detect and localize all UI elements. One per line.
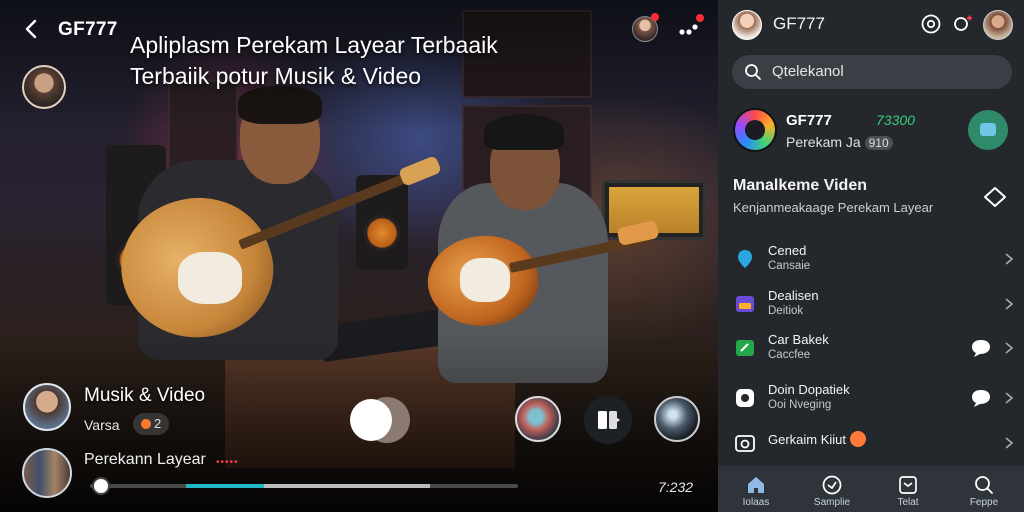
section-subtitle: Kenjanmeakaage Perekam Layear [733, 200, 934, 215]
menu-item-title: Dealisen [768, 288, 819, 303]
track-thumbnail[interactable] [22, 448, 72, 498]
featured-action-button[interactable] [968, 110, 1008, 150]
compass-icon [822, 475, 842, 495]
user-avatar[interactable] [983, 10, 1013, 40]
notification-dot [696, 14, 704, 22]
nav-label: Feppe [969, 497, 999, 508]
bottom-navigation: Iolaas Samplie Telat Feppe [718, 466, 1024, 512]
nav-tab-search[interactable]: Feppe [946, 466, 1022, 512]
live-indicator: ••••• [216, 457, 239, 468]
at-sign-icon[interactable] [920, 13, 942, 35]
nav-tab-home[interactable]: Iolaas [718, 466, 794, 512]
menu-item-subtitle: Cansaie [768, 260, 811, 272]
menu-item-title: Car Bakek [768, 332, 829, 347]
menu-item-cened[interactable]: Cened Cansaie [718, 238, 1024, 282]
home-icon [748, 477, 764, 493]
progress-handle[interactable] [92, 477, 110, 495]
chevron-right-icon [1005, 253, 1014, 265]
menu-item-title: Gerkaim Kiiut [768, 431, 867, 447]
nav-tab-sample[interactable]: Samplie [794, 466, 870, 512]
author-name[interactable]: Musik & Video [84, 385, 205, 407]
chat-bubble-icon[interactable] [970, 338, 992, 358]
search-bar[interactable]: Qtelekanol [732, 55, 1012, 89]
add-user-icon[interactable] [952, 13, 974, 35]
track-title: Perekann Layear [84, 451, 206, 468]
progress-bar[interactable] [90, 477, 518, 495]
toggle-knob [350, 399, 392, 441]
chat-icon [980, 123, 996, 136]
search-input[interactable]: Qtelekanol [772, 63, 844, 80]
featured-price: 73300 [876, 112, 915, 128]
gallery-thumbnail-button[interactable] [654, 396, 700, 442]
menu-item-subtitle: Caccfee [768, 349, 811, 361]
edit-icon [736, 340, 754, 356]
time-remaining: 7:232 [658, 479, 694, 495]
menu-item-subtitle: Deitiok [768, 305, 804, 317]
headline-line-1: Apliplasm Perekam Layear Terbaaik [130, 32, 498, 58]
menu-item-subtitle: Ooi Nveging [768, 399, 832, 411]
more-options-icon[interactable] [678, 18, 700, 40]
menu-item-title: Doin Dopatiek [768, 382, 850, 397]
split-layout-icon [598, 411, 620, 429]
featured-chip: 910 [864, 136, 893, 150]
panel-app-avatar[interactable] [732, 10, 762, 40]
featured-logo [733, 108, 777, 152]
menu-item-title-text: Gerkaim Kiiut [768, 432, 847, 447]
progress-buffered-teal [186, 484, 264, 488]
featured-subtitle: Perekam Ja 910 [786, 134, 893, 150]
panel-header: GF777 [718, 0, 1024, 50]
notification-dot [651, 13, 659, 21]
location-pin-icon [738, 250, 752, 268]
gallery-icon [736, 296, 754, 312]
menu-item-gerkaim-kiiut[interactable]: Gerkaim Kiiut [718, 422, 1024, 466]
record-icon [736, 389, 754, 407]
menu-item-dealisen[interactable]: Dealisen Deitiok [718, 283, 1024, 327]
back-arrow-icon[interactable] [20, 17, 44, 41]
progress-buffered [264, 484, 430, 488]
headline-line-2: Terbaiik potur Musik & Video [130, 63, 422, 89]
author-subtitle: Varsa [84, 417, 120, 433]
search-icon [745, 64, 761, 80]
nav-label: Telat [897, 497, 919, 508]
featured-title: GF777 [786, 112, 832, 129]
chevron-right-icon [1005, 342, 1014, 354]
chevron-right-icon [1005, 298, 1014, 310]
share-icon[interactable] [982, 184, 1008, 210]
heart-badge-icon [850, 431, 867, 447]
chat-bubble-icon[interactable] [970, 388, 992, 408]
section-title: Manalkeme Viden [733, 177, 867, 194]
search-icon [975, 476, 993, 494]
switch-camera-button[interactable] [515, 396, 561, 442]
menu-item-car-bakek[interactable]: Car Bakek Caccfee [718, 327, 1024, 371]
camera-icon [735, 435, 755, 452]
creator-avatar[interactable] [22, 65, 66, 109]
nav-label: Samplie [813, 497, 851, 508]
author-avatar[interactable] [23, 383, 71, 431]
menu-item-title: Cened [768, 243, 807, 258]
author-badge: 2 [133, 413, 170, 435]
app-root: GF777 Apliplasm Perekam Layear Terbaaik … [0, 0, 1024, 512]
nav-label: Iolaas [742, 497, 770, 508]
featured-item[interactable]: GF777 73300 Perekam Ja 910 [718, 100, 1024, 160]
chevron-right-icon [1005, 392, 1014, 404]
badge-dot-icon [141, 419, 151, 429]
menu-item-doin-dopatiek[interactable]: Doin Dopatiek Ooi Nveging [718, 377, 1024, 421]
author-badge-count: 2 [154, 416, 162, 431]
video-headline: Apliplasm Perekam Layear Terbaaik Terbai… [130, 30, 600, 92]
app-brand: GF777 [58, 19, 118, 40]
nav-tab-telat[interactable]: Telat [870, 466, 946, 512]
layout-button[interactable] [584, 396, 632, 444]
play-toggle-button[interactable] [350, 397, 410, 443]
video-player[interactable]: GF777 Apliplasm Perekam Layear Terbaaik … [0, 0, 718, 512]
featured-sub-text: Perekam Ja [786, 134, 861, 150]
inbox-icon [899, 476, 917, 494]
panel-brand: GF777 [773, 14, 825, 33]
side-panel: GF777 Qtelekanol GF777 73300 Perekam Ja … [718, 0, 1024, 512]
chevron-right-icon [1005, 437, 1014, 449]
